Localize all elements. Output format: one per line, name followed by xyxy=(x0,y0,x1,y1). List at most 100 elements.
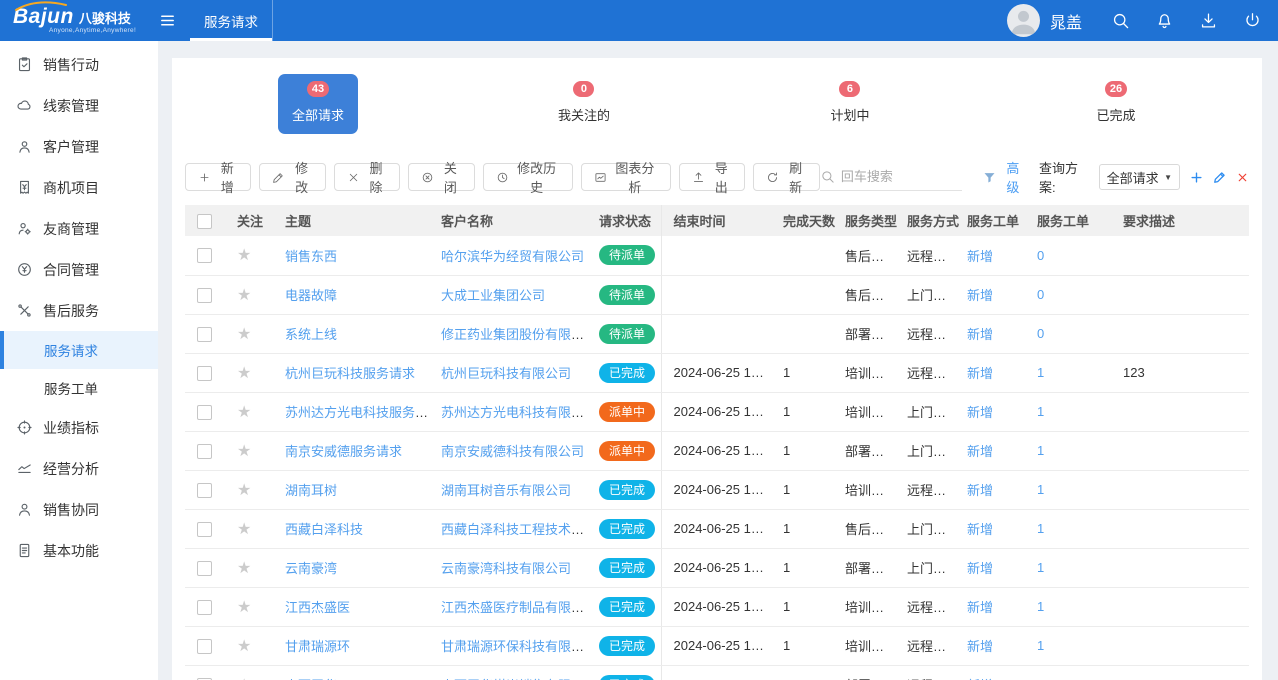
menu-toggle-icon[interactable] xyxy=(150,0,184,41)
sidebar-item-5[interactable]: 合同管理 xyxy=(0,249,158,290)
order-count-link[interactable]: 1 xyxy=(1037,638,1044,653)
order-count-link[interactable]: 1 xyxy=(1037,404,1044,419)
order-count-link[interactable]: 1 xyxy=(1037,365,1044,380)
topic-link[interactable]: 云南豪湾 xyxy=(285,561,337,576)
toolbar-button-5[interactable]: 图表分析 xyxy=(581,163,671,191)
sidebar-subitem-6-0[interactable]: 服务请求 xyxy=(0,331,158,369)
request-tab-0[interactable]: 43全部请求 xyxy=(185,74,451,144)
search-icon[interactable] xyxy=(1110,11,1130,31)
order-count-link[interactable]: 1 xyxy=(1037,482,1044,497)
customer-link[interactable]: 甘肃瑞源环保科技有限公司 xyxy=(441,639,587,654)
order-add-link[interactable]: 新增 xyxy=(967,444,993,459)
order-add-link[interactable]: 新增 xyxy=(967,405,993,420)
request-tab-3[interactable]: 26已完成 xyxy=(983,74,1249,144)
toolbar-button-6[interactable]: 导出 xyxy=(679,163,745,191)
sidebar-item-1[interactable]: 线索管理 xyxy=(0,85,158,126)
edit-scheme-icon[interactable] xyxy=(1213,170,1227,184)
toolbar-button-2[interactable]: 删除 xyxy=(334,163,400,191)
sidebar-item-3[interactable]: 商机项目 xyxy=(0,167,158,208)
request-tab-2[interactable]: 6计划中 xyxy=(717,74,983,144)
order-add-link[interactable]: 新增 xyxy=(967,249,993,264)
sidebar-item-8[interactable]: 经营分析 xyxy=(0,448,158,489)
topic-link[interactable]: 西藏白泽科技 xyxy=(285,522,363,537)
row-checkbox[interactable] xyxy=(197,248,212,263)
customer-link[interactable]: 苏州达方光电科技有限公司 xyxy=(441,405,587,420)
filter-icon[interactable] xyxy=(982,170,997,185)
nav-tab-service-request[interactable]: 服务请求 xyxy=(190,0,273,41)
topic-link[interactable]: 江西杰盛医 xyxy=(285,600,350,615)
topic-link[interactable]: 南京安威德服务请求 xyxy=(285,444,402,459)
topic-link[interactable]: 销售东西 xyxy=(285,249,337,264)
sidebar-item-7[interactable]: 业绩指标 xyxy=(0,407,158,448)
sidebar-subitem-6-1[interactable]: 服务工单 xyxy=(0,369,158,407)
row-checkbox[interactable] xyxy=(197,639,212,654)
row-checkbox[interactable] xyxy=(197,327,212,342)
toolbar-button-4[interactable]: 修改历史 xyxy=(483,163,573,191)
delete-scheme-icon[interactable] xyxy=(1236,171,1249,184)
search-input[interactable] xyxy=(841,169,959,184)
order-count-link[interactable]: 0 xyxy=(1037,248,1044,263)
scheme-select[interactable]: 全部请求 ▼ xyxy=(1099,164,1180,190)
customer-link[interactable]: 修正药业集团股份有限公司 xyxy=(441,327,587,342)
star-icon[interactable]: ★ xyxy=(237,599,251,616)
row-checkbox[interactable] xyxy=(197,561,212,576)
sidebar-item-0[interactable]: 销售行动 xyxy=(0,44,158,85)
topic-link[interactable]: 苏州达方光电科技服务请求 xyxy=(285,405,429,420)
star-icon[interactable]: ★ xyxy=(237,443,251,460)
star-icon[interactable]: ★ xyxy=(237,287,251,304)
order-add-link[interactable]: 新增 xyxy=(967,327,993,342)
order-count-link[interactable]: 1 xyxy=(1037,599,1044,614)
order-add-link[interactable]: 新增 xyxy=(967,561,993,576)
order-count-link[interactable]: 1 xyxy=(1037,443,1044,458)
avatar[interactable] xyxy=(1007,4,1040,37)
star-icon[interactable]: ★ xyxy=(237,365,251,382)
request-tab-1[interactable]: 0我关注的 xyxy=(451,74,717,144)
download-icon[interactable] xyxy=(1198,11,1218,31)
order-add-link[interactable]: 新增 xyxy=(967,288,993,303)
sidebar-item-4[interactable]: 友商管理 xyxy=(0,208,158,249)
star-icon[interactable]: ★ xyxy=(237,677,251,680)
order-add-link[interactable]: 新增 xyxy=(967,600,993,615)
power-icon[interactable] xyxy=(1242,11,1262,31)
toolbar-button-3[interactable]: 关闭 xyxy=(408,163,474,191)
sidebar-item-6[interactable]: 售后服务 xyxy=(0,290,158,331)
toolbar-button-1[interactable]: 修改 xyxy=(259,163,325,191)
topic-link[interactable]: 湖南耳树 xyxy=(285,483,337,498)
bell-icon[interactable] xyxy=(1154,11,1174,31)
order-count-link[interactable]: 0 xyxy=(1037,287,1044,302)
advanced-filter-link[interactable]: 高级 xyxy=(1006,158,1030,196)
topic-link[interactable]: 甘肃瑞源环 xyxy=(285,639,350,654)
customer-link[interactable]: 西藏白泽科技工程技术有... xyxy=(441,522,587,537)
order-count-link[interactable]: 0 xyxy=(1037,326,1044,341)
star-icon[interactable]: ★ xyxy=(237,404,251,421)
sidebar-item-2[interactable]: 客户管理 xyxy=(0,126,158,167)
star-icon[interactable]: ★ xyxy=(237,521,251,538)
username[interactable]: 晁盖 xyxy=(1050,9,1082,33)
add-scheme-icon[interactable] xyxy=(1189,170,1204,185)
customer-link[interactable]: 南京安威德科技有限公司 xyxy=(441,444,584,459)
star-icon[interactable]: ★ xyxy=(237,326,251,343)
sidebar-item-9[interactable]: 销售协同 xyxy=(0,489,158,530)
star-icon[interactable]: ★ xyxy=(237,482,251,499)
row-checkbox[interactable] xyxy=(197,444,212,459)
row-checkbox[interactable] xyxy=(197,405,212,420)
order-count-link[interactable]: 1 xyxy=(1037,560,1044,575)
star-icon[interactable]: ★ xyxy=(237,638,251,655)
select-all-checkbox[interactable] xyxy=(197,214,212,229)
row-checkbox[interactable] xyxy=(197,600,212,615)
sidebar-item-10[interactable]: 基本功能 xyxy=(0,530,158,571)
toolbar-button-0[interactable]: 新增 xyxy=(185,163,251,191)
row-checkbox[interactable] xyxy=(197,366,212,381)
topic-link[interactable]: 杭州巨玩科技服务请求 xyxy=(285,366,415,381)
customer-link[interactable]: 云南豪湾科技有限公司 xyxy=(441,561,571,576)
star-icon[interactable]: ★ xyxy=(237,560,251,577)
topic-link[interactable]: 电器故障 xyxy=(285,288,337,303)
row-checkbox[interactable] xyxy=(197,483,212,498)
customer-link[interactable]: 大成工业集团公司 xyxy=(441,288,545,303)
order-count-link[interactable]: 1 xyxy=(1037,521,1044,536)
row-checkbox[interactable] xyxy=(197,522,212,537)
customer-link[interactable]: 哈尔滨华为经贸有限公司 xyxy=(441,249,584,264)
row-checkbox[interactable] xyxy=(197,288,212,303)
star-icon[interactable]: ★ xyxy=(237,247,251,264)
toolbar-button-7[interactable]: 刷新 xyxy=(753,163,819,191)
